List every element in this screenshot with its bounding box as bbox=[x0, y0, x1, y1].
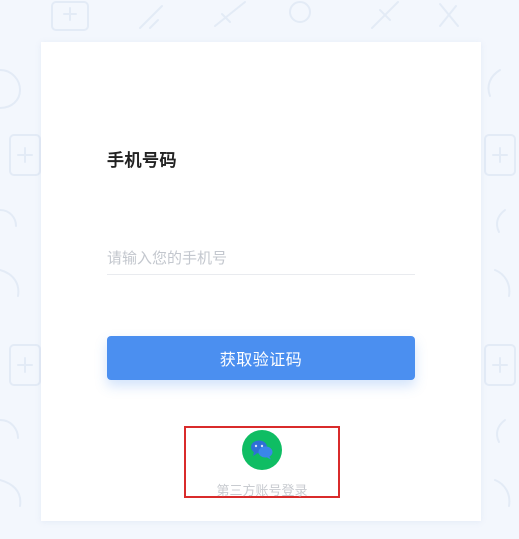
third-party-label: 第三方账号登录 bbox=[216, 484, 308, 499]
login-card: 手机号码 获取验证码 第三方账号登录 bbox=[41, 42, 481, 521]
wechat-icon bbox=[251, 440, 273, 460]
phone-input[interactable] bbox=[107, 242, 415, 275]
phone-label: 手机号码 bbox=[107, 151, 177, 171]
third-party-login: 第三方账号登录 bbox=[184, 426, 340, 499]
wechat-login-button[interactable] bbox=[242, 430, 282, 470]
get-code-button[interactable]: 获取验证码 bbox=[107, 336, 415, 380]
